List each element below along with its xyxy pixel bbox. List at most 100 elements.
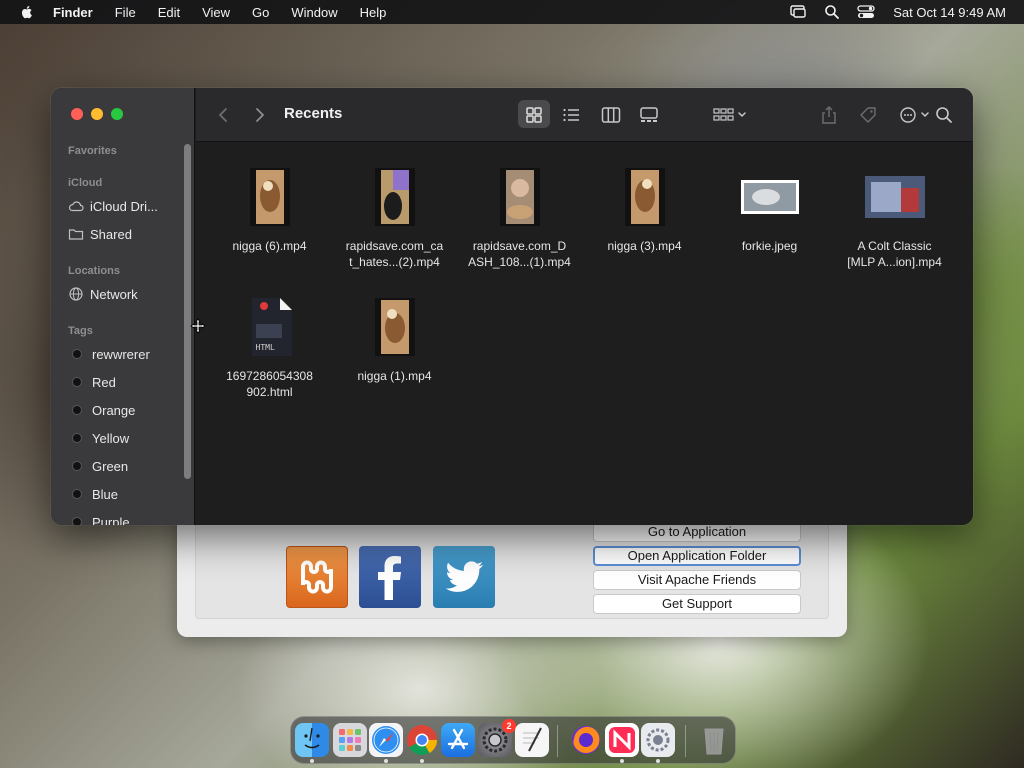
close-button[interactable]: [71, 108, 83, 120]
finder-icon[interactable]: [295, 723, 329, 757]
screen-mirroring-icon[interactable]: [789, 4, 807, 20]
dock-separator: [685, 725, 686, 757]
sidebar-item-icloud-drive[interactable]: iCloud Dri...: [68, 196, 158, 216]
file-item[interactable]: nigga (3).mp4: [582, 168, 707, 254]
menu-go[interactable]: Go: [252, 5, 269, 20]
visit-apache-friends-button[interactable]: Visit Apache Friends: [593, 570, 801, 590]
window-title: Recents: [284, 105, 343, 122]
sidebar-section-icloud: iCloud: [68, 177, 103, 189]
sidebar-item-label: Network: [90, 286, 138, 302]
twitter-logo-icon[interactable]: [433, 546, 495, 608]
running-indicator: [310, 759, 314, 763]
sidebar-tag-blue[interactable]: Blue: [68, 484, 118, 504]
file-name: nigga (3).mp4: [607, 239, 682, 253]
shared-folder-icon: [68, 229, 84, 240]
sidebar-item-label: Red: [92, 374, 116, 390]
move-cursor-icon: [190, 318, 206, 334]
apple-icon[interactable]: [19, 4, 35, 20]
xampp-panel: Go to Application Open Application Folde…: [195, 515, 829, 619]
menu-view[interactable]: View: [202, 5, 230, 20]
dock-separator: [557, 725, 558, 757]
launchpad-icon[interactable]: [333, 723, 367, 757]
dock: 2: [290, 716, 736, 764]
file-item[interactable]: rapidsave.com_D ASH_108...(1).mp4: [457, 168, 582, 270]
running-indicator: [420, 759, 424, 763]
gallery-view-icon[interactable]: [638, 104, 660, 126]
textedit-icon[interactable]: [515, 723, 549, 757]
tag-color-dot: [72, 405, 82, 415]
menu-window[interactable]: Window: [291, 5, 337, 20]
sidebar-tag-red[interactable]: Red: [68, 372, 116, 392]
icon-view-grid-icon[interactable]: [523, 104, 545, 126]
list-view-icon[interactable]: [560, 104, 582, 126]
more-actions-ellipsis-icon[interactable]: [898, 104, 938, 126]
file-item[interactable]: rapidsave.com_ca t_hates...(2).mp4: [332, 168, 457, 270]
safari-icon[interactable]: [369, 723, 403, 757]
get-support-button[interactable]: Get Support: [593, 594, 801, 614]
facebook-logo-icon[interactable]: [359, 546, 421, 608]
sidebar-section-tags: Tags: [68, 325, 93, 337]
file-item[interactable]: nigga (1).mp4: [332, 298, 457, 384]
file-item[interactable]: forkie.jpeg: [707, 168, 832, 254]
news-icon[interactable]: [605, 723, 639, 757]
finder-toolbar: Recents: [196, 88, 973, 142]
menu-app-finder[interactable]: Finder: [53, 5, 93, 20]
sidebar-tag-orange[interactable]: Orange: [68, 400, 135, 420]
sidebar-tag-green[interactable]: Green: [68, 456, 128, 476]
sidebar-tag-purple[interactable]: Purple: [68, 512, 130, 525]
sidebar-item-label: Orange: [92, 402, 136, 418]
back-chevron-icon[interactable]: [213, 104, 235, 126]
image-thumbnail-icon: [740, 168, 800, 226]
file-name: rapidsave.com_D ASH_108...(1).mp4: [468, 239, 571, 269]
sidebar-item-shared[interactable]: Shared: [68, 224, 132, 244]
zoom-button[interactable]: [111, 108, 123, 120]
sidebar-scrollbar[interactable]: [184, 144, 191, 479]
sidebar-item-label: Green: [92, 458, 129, 474]
sidebar-item-label: rewwrerer: [92, 346, 150, 362]
sidebar-tag-yellow[interactable]: Yellow: [68, 428, 129, 448]
sidebar-section-locations: Locations: [68, 265, 120, 277]
network-globe-icon: [69, 287, 83, 301]
tag-color-dot: [72, 433, 82, 443]
column-view-icon[interactable]: [600, 104, 622, 126]
video-thumbnail-icon: [373, 298, 417, 356]
firefox-icon[interactable]: [569, 723, 603, 757]
system-settings-icon[interactable]: 2: [478, 719, 516, 757]
menu-bar: Finder File Edit View Go Window Help Sat…: [0, 0, 1024, 24]
file-name: A Colt Classic [MLP A...ion].mp4: [847, 239, 942, 269]
video-thumbnail-icon: [864, 168, 925, 226]
file-item[interactable]: nigga (6).mp4: [207, 168, 332, 254]
spotlight-search-icon[interactable]: [823, 4, 841, 20]
group-by-chevron-down-icon[interactable]: [712, 104, 752, 126]
tag-color-dot: [72, 517, 82, 525]
open-application-folder-button[interactable]: Open Application Folder: [593, 546, 801, 566]
tag-color-dot: [72, 377, 82, 387]
tag-color-dot: [72, 489, 82, 499]
file-name: nigga (1).mp4: [357, 369, 432, 383]
file-item[interactable]: HTML 1697286054308 902.html: [207, 298, 332, 400]
tag-icon[interactable]: [857, 104, 879, 126]
xampp-logo-icon[interactable]: [286, 546, 348, 608]
forward-chevron-icon[interactable]: [248, 104, 270, 126]
chrome-icon[interactable]: [405, 723, 439, 757]
menu-file[interactable]: File: [115, 5, 136, 20]
sidebar-item-network[interactable]: Network: [68, 284, 138, 304]
minimize-button[interactable]: [91, 108, 103, 120]
finder-sidebar: Favorites iCloud iCloud Dri... Shared Lo…: [51, 88, 195, 525]
sidebar-tag-rewwrerer[interactable]: rewwrerer: [68, 344, 150, 364]
trash-icon[interactable]: [697, 723, 731, 757]
file-item[interactable]: A Colt Classic [MLP A...ion].mp4: [832, 168, 957, 270]
sidebar-item-label: Purple: [92, 514, 130, 526]
settings-gear-icon[interactable]: [641, 723, 675, 757]
search-icon[interactable]: [933, 104, 955, 126]
control-center-icon[interactable]: [857, 4, 875, 20]
menu-help[interactable]: Help: [360, 5, 387, 20]
app-store-icon[interactable]: [441, 723, 475, 757]
go-to-application-button[interactable]: Go to Application: [593, 522, 801, 542]
tag-color-dot: [72, 349, 82, 359]
menu-edit[interactable]: Edit: [158, 5, 180, 20]
tag-color-dot: [72, 461, 82, 471]
menu-bar-clock[interactable]: Sat Oct 14 9:49 AM: [893, 5, 1006, 20]
file-name: 1697286054308 902.html: [226, 369, 313, 399]
share-icon[interactable]: [818, 104, 840, 126]
